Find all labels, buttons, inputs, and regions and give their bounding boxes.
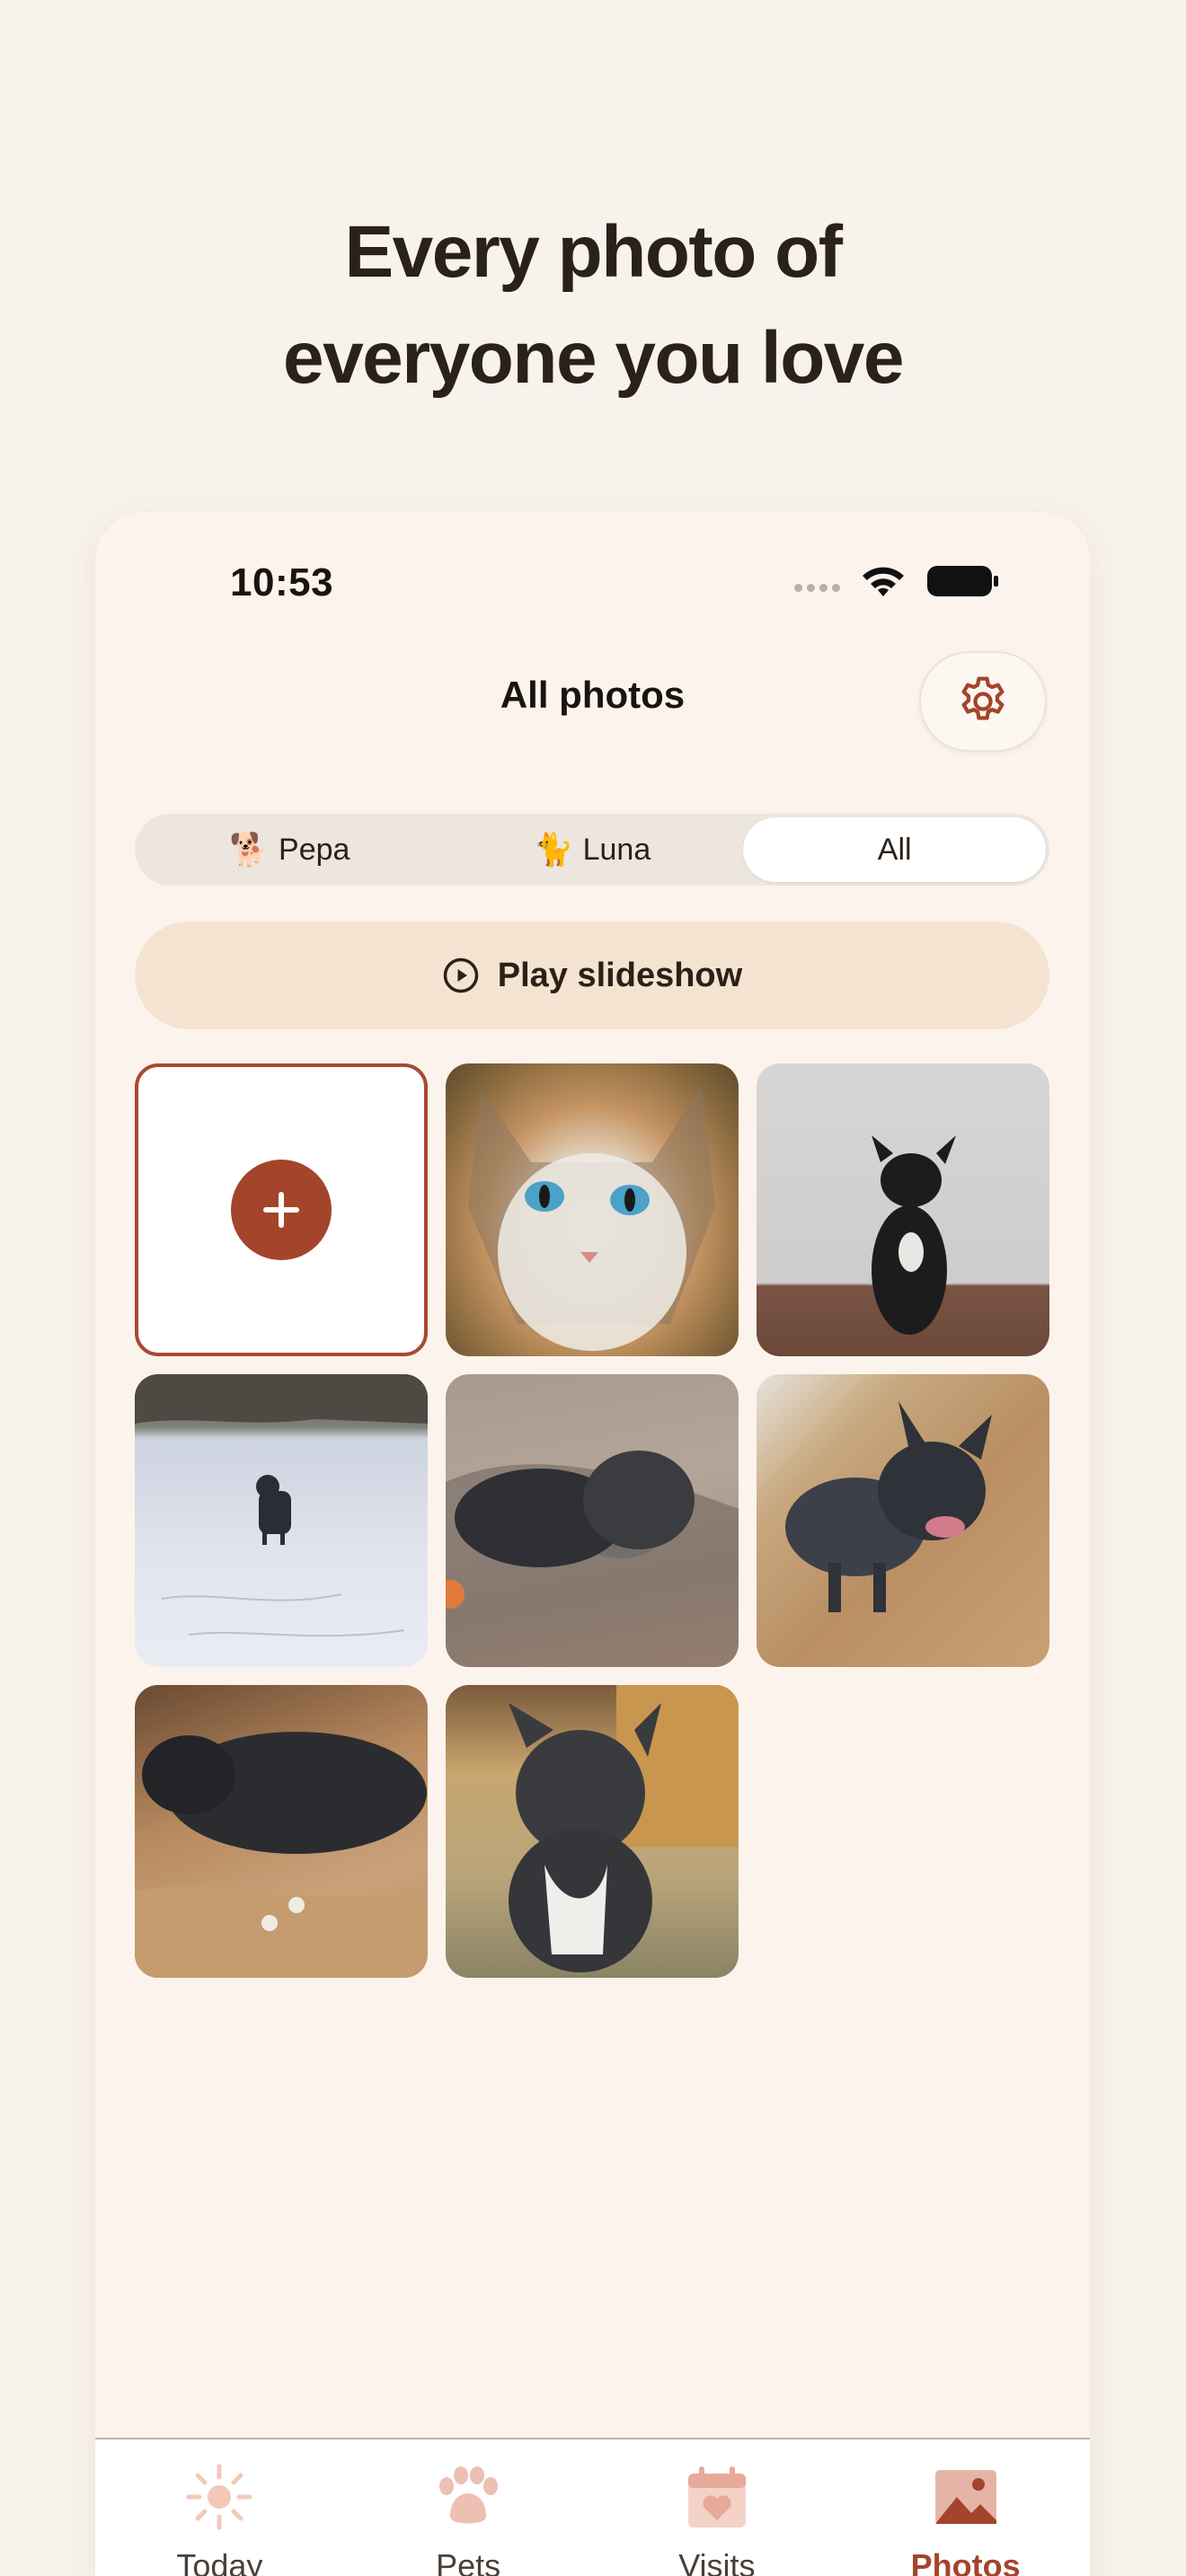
tab-label: Visits — [678, 2547, 756, 2576]
add-photo-button[interactable] — [135, 1063, 428, 1356]
tab-today[interactable]: Today — [95, 2439, 344, 2576]
segment-label: Luna — [582, 832, 651, 867]
photo-thumbnail-cat[interactable] — [446, 1063, 739, 1356]
calendar-heart-icon — [687, 2466, 746, 2527]
photo-icon — [934, 2470, 996, 2524]
play-slideshow-button[interactable]: Play slideshow — [135, 922, 1049, 1029]
photo-grid — [135, 1063, 1049, 1978]
tab-pets[interactable]: Pets — [344, 2439, 593, 2576]
dog-photo-image — [446, 1451, 739, 1667]
battery-icon — [927, 566, 998, 596]
segment-luna[interactable]: 🐈 Luna — [441, 817, 744, 882]
tab-photos[interactable]: Photos — [841, 2439, 1090, 2576]
slideshow-label: Play slideshow — [497, 956, 743, 994]
photo-thumbnail-dog[interactable] — [135, 1374, 428, 1667]
phone-frame: 10:53 All photos 🐕 Pepa 🐈 Luna All Play … — [95, 512, 1090, 2576]
status-icons — [794, 564, 1000, 598]
dog-photo-image — [785, 1401, 992, 1612]
gear-icon — [961, 676, 1005, 720]
paw-icon — [439, 2466, 499, 2524]
pet-filter-segmented-control: 🐕 Pepa 🐈 Luna All — [135, 814, 1049, 886]
photo-thumbnail-dog[interactable] — [446, 1685, 739, 1978]
signal-icon — [794, 583, 840, 592]
dog-photo-image — [509, 1685, 739, 1972]
headline-line-2: everyone you love — [282, 317, 905, 399]
dog-photo-image — [135, 1732, 428, 1978]
wifi-icon — [863, 567, 904, 596]
segment-label: Pepa — [279, 832, 350, 867]
dog-photo-image — [872, 1135, 956, 1335]
tab-label: Photos — [910, 2547, 1021, 2576]
play-circle-icon — [443, 957, 479, 993]
dog-emoji-icon: 🐕 — [229, 831, 270, 868]
segment-label: All — [877, 832, 912, 867]
photo-thumbnail-dog[interactable] — [446, 1374, 739, 1667]
tab-bar: Today Pets Visits Photos — [95, 2438, 1090, 2576]
photo-thumbnail-dog[interactable] — [757, 1063, 1049, 1356]
status-time: 10:53 — [230, 560, 334, 604]
plus-icon — [231, 1160, 332, 1260]
settings-button[interactable] — [919, 651, 1047, 752]
sun-icon — [186, 2464, 252, 2530]
headline-line-1: Every photo of — [344, 211, 843, 293]
dog-photo-image — [135, 1374, 428, 1637]
tab-label: Pets — [436, 2547, 501, 2576]
segment-pepa[interactable]: 🐕 Pepa — [138, 817, 441, 882]
cat-photo-image — [468, 1086, 715, 1351]
tab-visits[interactable]: Visits — [593, 2439, 842, 2576]
cat-emoji-icon: 🐈 — [533, 831, 574, 868]
photo-thumbnail-dog[interactable] — [757, 1374, 1049, 1667]
segment-all[interactable]: All — [743, 817, 1047, 882]
headline: Every photo of everyone you love — [0, 199, 1186, 411]
tab-label: Today — [176, 2547, 263, 2576]
photo-thumbnail-dog[interactable] — [135, 1685, 428, 1978]
